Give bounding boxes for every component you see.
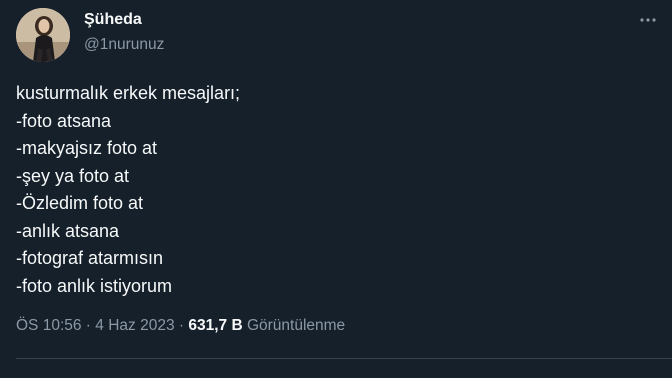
tweet-line: -fotograf atarmısın [16,248,164,268]
tweet-line: -foto atsana [16,110,112,131]
views[interactable]: 631,7 B Görüntülenme [188,317,345,334]
tweet-meta: ÖS 10:56 · 4 Haz 2023 · 631,7 B Görüntül… [16,317,345,335]
more-horizontal-icon [640,18,656,22]
tweet-line: -foto anlık istiyorum [16,275,173,296]
avatar[interactable] [16,8,70,62]
tweet-time: ÖS 10:56 [16,317,82,334]
more-options-button[interactable] [636,8,660,32]
user-handle[interactable]: @1nurunuz [84,36,164,54]
display-name[interactable]: Şüheda [84,11,142,29]
views-label: Görüntülenme [246,317,346,334]
meta-separator: · [81,317,96,334]
tweet-line: kusturmalık erkek mesajları; [16,83,241,103]
tweet-line: -şey ya foto at [16,165,130,186]
tweet-line: -makyajsız foto at [16,138,158,158]
profile-photo-icon [16,8,70,62]
tweet-text: kusturmalık erkek mesajları; -foto atsan… [16,80,656,300]
tweet-line: -anlık atsana [16,220,120,241]
meta-separator: · [174,317,189,334]
divider [16,358,672,359]
tweet-timestamp[interactable]: ÖS 10:56 · 4 Haz 2023 [16,317,175,334]
tweet-line: -Özledim foto at [16,193,144,213]
tweet-date: 4 Haz 2023 [95,317,175,334]
views-count: 631,7 B [188,317,243,334]
tweet: Şüheda @1nurunuz kusturmalık erkek mesaj… [0,0,672,378]
